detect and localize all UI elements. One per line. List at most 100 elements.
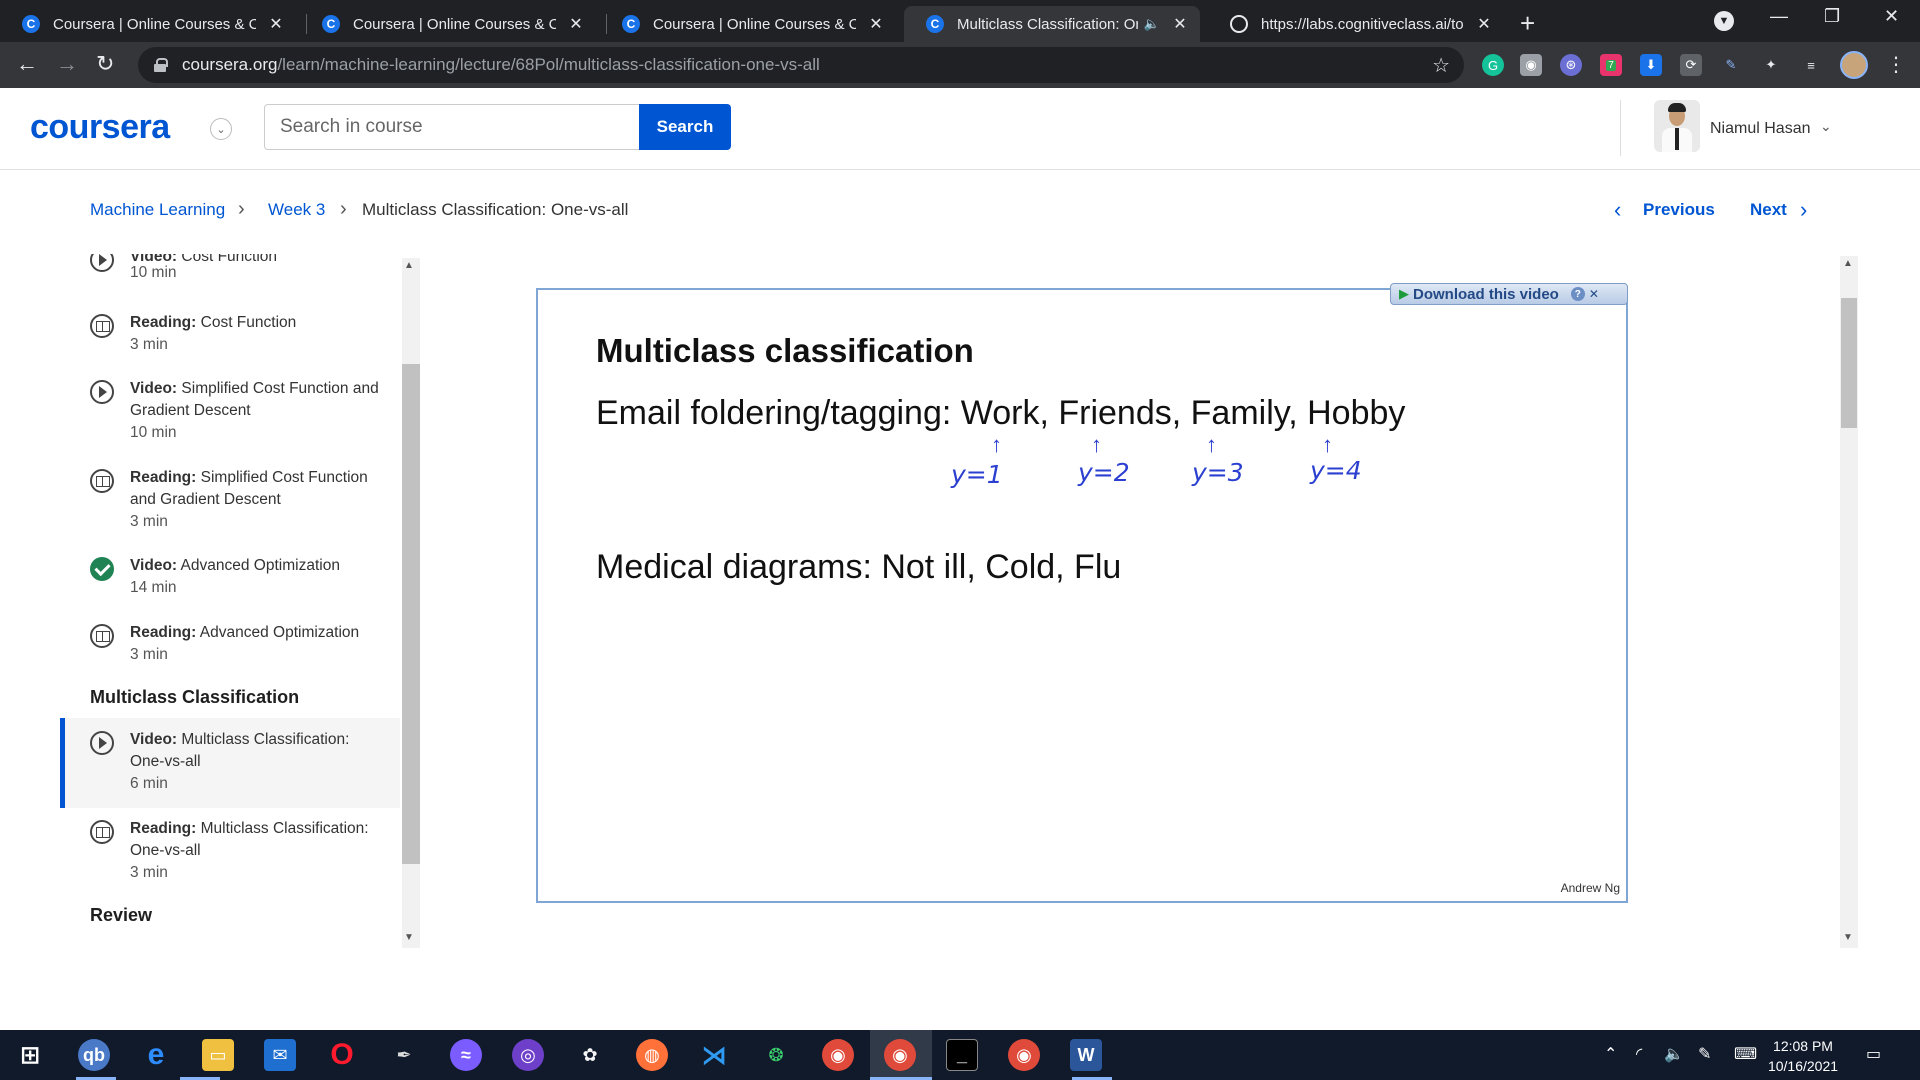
- sync-icon[interactable]: ⟳: [1680, 54, 1702, 76]
- chrome-icon[interactable]: ◉: [822, 1039, 854, 1071]
- edge-icon[interactable]: e: [140, 1038, 172, 1071]
- help-icon[interactable]: ?: [1570, 287, 1585, 301]
- camera-icon[interactable]: ◉: [1520, 54, 1542, 76]
- qbittorrent-icon[interactable]: qb: [78, 1039, 110, 1071]
- bookmark-star-icon[interactable]: ☆: [1432, 53, 1450, 78]
- chevron-left-icon[interactable]: ‹: [1614, 197, 1621, 223]
- scroll-up-icon[interactable]: ▲: [404, 260, 414, 271]
- browser-tab[interactable]: C Coursera | Online Courses & Credential…: [600, 6, 896, 42]
- app-icon[interactable]: ❂: [760, 1039, 792, 1071]
- search-button[interactable]: Search: [639, 104, 731, 150]
- tab-search-icon[interactable]: ▼: [1714, 11, 1734, 31]
- duration: 14 min: [130, 579, 177, 596]
- minimize-icon[interactable]: —: [1770, 6, 1788, 27]
- scroll-down-icon[interactable]: ▼: [404, 932, 414, 943]
- pen-icon[interactable]: ✎: [1720, 54, 1742, 76]
- breadcrumb-week[interactable]: Week 3: [268, 200, 325, 220]
- avatar[interactable]: [1654, 100, 1700, 152]
- tab-title: Multiclass Classification: One-vs-all: [957, 15, 1138, 33]
- puzzle-extensions-icon[interactable]: ✦: [1760, 54, 1782, 76]
- coursera-logo[interactable]: coursera: [30, 108, 170, 147]
- duration: 10 min: [130, 424, 177, 441]
- clock-date: 10/16/2021: [1767, 1058, 1839, 1074]
- window-close-icon[interactable]: ✕: [1884, 6, 1899, 27]
- speaker-icon[interactable]: 🔈: [1144, 16, 1160, 32]
- close-icon[interactable]: ✕: [1476, 14, 1492, 34]
- download-icon[interactable]: ⬇: [1640, 54, 1662, 76]
- chevron-down-icon[interactable]: ⌄: [1820, 118, 1832, 135]
- clock-time: 12:08 PM: [1773, 1038, 1833, 1054]
- search-input[interactable]: Search in course: [264, 104, 640, 150]
- download-video-bar[interactable]: ▶ Download this video ? ✕: [1390, 283, 1628, 305]
- github-icon[interactable]: ◎: [512, 1039, 544, 1071]
- terminal-icon[interactable]: _: [946, 1039, 978, 1071]
- scroll-down-icon[interactable]: ▼: [1843, 932, 1853, 943]
- video-player[interactable]: Multiclass classification Email folderin…: [536, 288, 1628, 903]
- chevron-right-icon[interactable]: ›: [1800, 197, 1807, 223]
- word-icon[interactable]: W: [1070, 1039, 1102, 1071]
- more-menu-icon[interactable]: ⋮: [1886, 52, 1906, 77]
- file-explorer-icon[interactable]: ▭: [202, 1039, 234, 1071]
- system-clock[interactable]: 12:08 PM 10/16/2021: [1760, 1036, 1846, 1076]
- browser-tab[interactable]: C Coursera | Online Courses & Credential…: [300, 6, 596, 42]
- volume-icon[interactable]: 🔈: [1664, 1044, 1684, 1064]
- address-bar[interactable]: coursera.org/learn/machine-learning/lect…: [138, 47, 1464, 83]
- vscode-icon[interactable]: ⋊: [698, 1039, 730, 1071]
- browser-tab-active[interactable]: C Multiclass Classification: One-vs-all …: [904, 6, 1200, 42]
- download-video-label[interactable]: Download this video: [1413, 286, 1559, 303]
- pen-icon[interactable]: ✎: [1698, 1044, 1711, 1064]
- forward-arrow-icon[interactable]: →: [56, 51, 78, 77]
- messenger-icon[interactable]: ≈: [450, 1039, 482, 1071]
- user-name[interactable]: Niamul Hasan: [1710, 120, 1810, 138]
- duration: 3 min: [130, 513, 168, 530]
- reload-icon[interactable]: ↻: [96, 51, 114, 77]
- duration: 3 min: [130, 336, 168, 353]
- close-icon[interactable]: ✕: [1589, 287, 1599, 301]
- handwritten-annotation: y=3: [1192, 458, 1244, 487]
- media-control-icon[interactable]: ≡: [1800, 54, 1822, 76]
- site-header: coursera ⌄ Search in course Search Niamu…: [0, 88, 1920, 170]
- lock-icon[interactable]: [154, 58, 168, 72]
- windows-start-icon[interactable]: ⊞: [14, 1039, 46, 1071]
- profile-avatar-icon[interactable]: [1840, 51, 1868, 79]
- keyboard-icon[interactable]: ⌨: [1734, 1044, 1757, 1064]
- restore-icon[interactable]: ❐: [1824, 6, 1840, 27]
- duration: 10 min: [130, 264, 177, 281]
- slide-line: Medical diagrams: Not ill, Cold, Flu: [596, 548, 1122, 586]
- tab-title: https://labs.cognitiveclass.ai/tools: [1261, 15, 1464, 33]
- close-icon[interactable]: ✕: [268, 14, 284, 34]
- new-tab-plus-icon[interactable]: +: [1520, 8, 1535, 39]
- inkscape-icon[interactable]: ✒: [388, 1039, 420, 1071]
- play-icon: [90, 254, 114, 272]
- close-icon[interactable]: ✕: [1172, 14, 1188, 34]
- paint-icon[interactable]: ✿: [574, 1039, 606, 1071]
- previous-button[interactable]: Previous: [1643, 200, 1715, 220]
- close-icon[interactable]: ✕: [568, 14, 584, 34]
- book-icon: [90, 314, 114, 338]
- back-arrow-icon[interactable]: ←: [16, 51, 38, 77]
- opera-icon[interactable]: O: [326, 1038, 358, 1071]
- extension-icon[interactable]: ⊛: [1560, 54, 1582, 76]
- close-icon[interactable]: ✕: [868, 14, 884, 34]
- mail-icon[interactable]: ✉: [264, 1039, 296, 1071]
- duration: 6 min: [130, 775, 168, 792]
- handwritten-annotation: y=4: [1310, 456, 1362, 485]
- extension-badge-icon[interactable]: 7: [1600, 54, 1622, 76]
- wifi-icon[interactable]: ◜: [1636, 1044, 1642, 1064]
- browser-tab[interactable]: https://labs.cognitiveclass.ai/tools ✕: [1208, 6, 1504, 42]
- chevron-down-icon[interactable]: ⌄: [210, 118, 232, 140]
- sidebar-scroll-thumb[interactable]: [402, 364, 420, 864]
- firefox-icon[interactable]: ◍: [636, 1039, 668, 1071]
- browser-tab[interactable]: C Coursera | Online Courses & Credential…: [0, 6, 296, 42]
- scroll-up-icon[interactable]: ▲: [1843, 258, 1853, 269]
- coursera-favicon-icon: C: [22, 15, 40, 33]
- breadcrumb-course[interactable]: Machine Learning: [90, 200, 225, 220]
- chrome-profile-icon[interactable]: ◉: [1008, 1039, 1040, 1071]
- notification-icon[interactable]: ▭: [1866, 1044, 1881, 1064]
- page-scroll-thumb[interactable]: [1841, 298, 1857, 428]
- grammarly-icon[interactable]: G: [1482, 54, 1504, 76]
- chrome-active-icon[interactable]: ◉: [884, 1039, 916, 1071]
- next-button[interactable]: Next: [1750, 200, 1787, 220]
- chevron-up-icon[interactable]: ⌃: [1604, 1044, 1617, 1064]
- play-icon: [90, 380, 114, 404]
